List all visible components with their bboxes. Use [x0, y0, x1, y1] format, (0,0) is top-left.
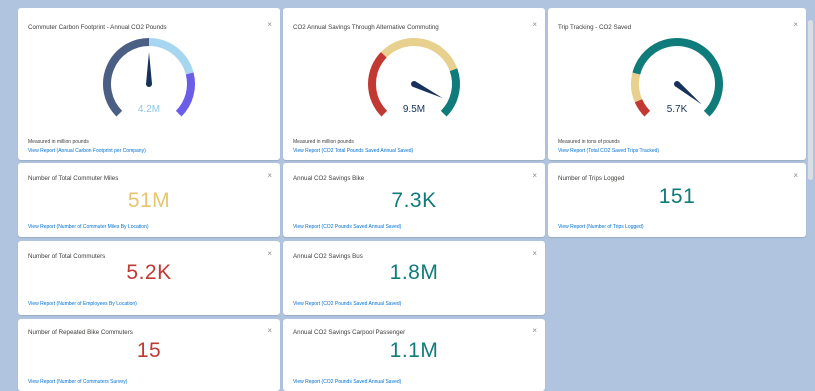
gauge-segment [148, 38, 194, 75]
gauge-arc-group [631, 38, 723, 117]
metric-value: 15 [136, 339, 162, 362]
gauge-segment [380, 38, 458, 72]
needle-hub [411, 81, 417, 87]
metric-card-repeated-bike: Number of Repeated Bike Commuters × 15 V… [18, 319, 280, 391]
card-title: Commuter Carbon Footprint - Annual CO2 P… [28, 24, 167, 31]
card-title: CO2 Annual Savings Through Alternative C… [293, 24, 439, 31]
card-title: Annual CO2 Savings Bike [293, 175, 365, 182]
gauge-arc-group [103, 38, 195, 117]
gauge-card-carbon-footprint: Commuter Carbon Footprint - Annual CO2 P… [18, 8, 280, 160]
close-icon[interactable]: × [793, 172, 798, 180]
gauge-value: 4.2M [137, 104, 161, 115]
card-title: Number of Total Commuter Miles [28, 175, 119, 182]
close-icon[interactable]: × [532, 172, 537, 180]
card-title: Number of Total Commuters [28, 253, 106, 260]
dashboard: Commuter Carbon Footprint - Annual CO2 P… [0, 0, 815, 391]
close-icon[interactable]: × [793, 21, 798, 29]
metric-value: 51M [127, 189, 171, 212]
card-title: Annual CO2 Savings Carpool Passenger [293, 329, 406, 336]
measure-note: Measured in million pounds [28, 139, 89, 145]
metric-card-co2-carpool: Annual CO2 Savings Carpool Passenger × 1… [283, 319, 545, 391]
close-icon[interactable]: × [267, 327, 272, 335]
metric-value: 7.3K [391, 189, 437, 212]
close-icon[interactable]: × [267, 250, 272, 258]
metric-card-commuter-miles: Number of Total Commuter Miles × 51M Vie… [18, 163, 280, 237]
view-report-link[interactable]: View Report (Number of Commuters Survey) [28, 379, 127, 385]
card-title: Annual CO2 Savings Bus [293, 253, 363, 260]
card-title: Number of Trips Logged [558, 175, 625, 182]
metric-card-total-commuters: Number of Total Commuters × 5.2K View Re… [18, 241, 280, 315]
needle-hub [674, 81, 680, 87]
view-report-link[interactable]: View Report (Number of Commuter Miles By… [28, 224, 149, 230]
view-report-link[interactable]: View Report (Annual Carbon Footprint per… [28, 148, 146, 154]
gauge-card-trip-tracking: Trip Tracking - CO2 Saved × 5.7K Measure… [548, 8, 806, 160]
metric-value: 1.8M [389, 261, 439, 284]
measure-note: Measured in million pounds [293, 139, 354, 145]
page-scrollbar[interactable] [808, 20, 813, 180]
metric-card-trips-logged: Number of Trips Logged × 151 View Report… [548, 163, 806, 237]
metric-card-co2-bike: Annual CO2 Savings Bike × 7.3K View Repo… [283, 163, 545, 237]
close-icon[interactable]: × [532, 21, 537, 29]
view-report-link[interactable]: View Report (CO2 Pounds Saved Annual Sav… [293, 301, 401, 307]
gauge-segment [103, 38, 150, 117]
gauge-card-co2-savings: CO2 Annual Savings Through Alternative C… [283, 8, 545, 160]
metric-value: 1.1M [389, 339, 439, 362]
metric-value: 5.2K [126, 261, 172, 284]
close-icon[interactable]: × [532, 250, 537, 258]
view-report-link[interactable]: View Report (CO2 Pounds Saved Annual Sav… [293, 379, 401, 385]
metric-card-co2-bus: Annual CO2 Savings Bus × 1.8M View Repor… [283, 241, 545, 315]
view-report-link[interactable]: View Report (Number of Employees By Loca… [28, 301, 137, 307]
gauge-value: 5.7K [666, 104, 688, 115]
view-report-link[interactable]: View Report (Total CO2 Saved Trips Track… [558, 148, 659, 154]
view-report-link[interactable]: View Report (CO2 Total Pounds Saved Annu… [293, 148, 413, 154]
view-report-link[interactable]: View Report (CO2 Pounds Saved Annual Sav… [293, 224, 401, 230]
needle-icon [146, 52, 152, 84]
measure-note: Measured in tons of pounds [558, 139, 620, 145]
view-report-link[interactable]: View Report (Number of Trips Logged) [558, 224, 644, 230]
gauge-segment [631, 72, 643, 103]
needle-icon [412, 81, 443, 99]
close-icon[interactable]: × [267, 21, 272, 29]
close-icon[interactable]: × [532, 327, 537, 335]
gauge-segment [632, 38, 723, 117]
metric-value: 151 [658, 185, 696, 208]
gauge-value: 9.5M [402, 104, 426, 115]
card-title: Trip Tracking - CO2 Saved [558, 24, 632, 31]
gauge-arc-group [368, 38, 460, 117]
card-title: Number of Repeated Bike Commuters [28, 329, 133, 336]
needle-hub [146, 81, 152, 87]
close-icon[interactable]: × [267, 172, 272, 180]
